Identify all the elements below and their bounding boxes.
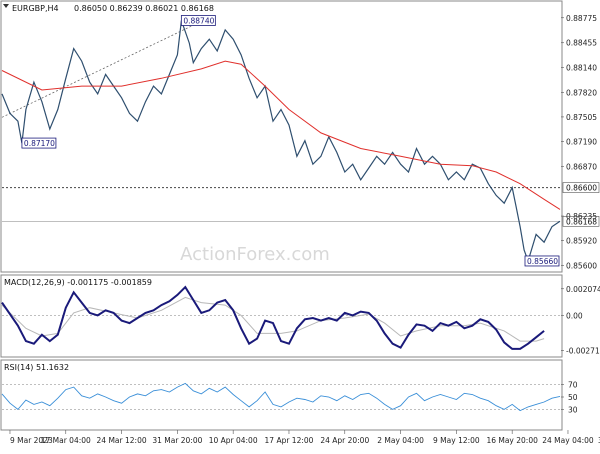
annotation-label: 0.85660 xyxy=(527,257,558,266)
y-tick-label: 0.86870 xyxy=(566,162,597,171)
x-tick-label: 16 May 20:00 xyxy=(486,436,538,445)
annotation-label: 0.88740 xyxy=(183,16,214,25)
x-tick-label: 24 Mar 12:00 xyxy=(97,436,147,445)
chart-root: ActionForex.com 0.88740 0.87170 0.85660 0.… xyxy=(0,0,600,450)
y-tick-label: 0.85600 xyxy=(566,262,597,271)
x-tick-label: 2 May 04:00 xyxy=(377,436,424,445)
macd-title: MACD(12,26,9) -0.001175 -0.001859 xyxy=(4,278,152,287)
y-tick-label: 0.87190 xyxy=(566,138,597,147)
x-tick-label: 24 May 04:00 xyxy=(542,436,594,445)
rsi-y-tick-label: 50 xyxy=(568,393,578,402)
x-tick-label: 31 Mar 20:00 xyxy=(152,436,202,445)
y-tick-label: 0.88775 xyxy=(566,14,597,23)
price-header: EURGBP,H4 0.86050 0.86239 0.86021 0.8616… xyxy=(3,4,214,13)
y-tick-label: 0.86235 xyxy=(566,212,597,221)
y-tick-label: 0.87505 xyxy=(566,113,597,122)
x-tick-label: 24 Apr 20:00 xyxy=(320,436,369,445)
y-tick-label: 0.88455 xyxy=(566,39,597,48)
price-panel-frame xyxy=(0,0,563,273)
rsi-y-tick-label: 70 xyxy=(568,381,578,390)
rsi-title: RSI(14) 51.1632 xyxy=(4,363,69,372)
annotation-label: 0.87170 xyxy=(24,139,55,148)
x-tick-label: 10 Apr 04:00 xyxy=(209,436,258,445)
y-tick-label: 0.85920 xyxy=(566,237,597,246)
x-tick-label: 17 Mar 04:00 xyxy=(41,436,91,445)
x-tick-label: 17 Apr 12:00 xyxy=(265,436,314,445)
macd-y-tick-label: 0.002074 xyxy=(566,285,600,294)
level-label: 0.86600 xyxy=(566,184,597,193)
y-tick-label: 0.88140 xyxy=(566,63,597,72)
rsi-y-tick-label: 30 xyxy=(568,405,578,414)
y-tick-label: 0.87820 xyxy=(566,88,597,97)
rsi-panel-frame xyxy=(0,359,563,431)
macd-y-tick-label: 0.00 xyxy=(566,311,583,320)
price-symbol: EURGBP,H4 xyxy=(12,4,59,13)
macd-y-tick-label: -0.002716 xyxy=(566,346,600,355)
chart-svg: ActionForex.com 0.88740 0.87170 0.85660 0.… xyxy=(0,0,600,445)
price-ohlc: 0.86050 0.86239 0.86021 0.86168 xyxy=(74,4,214,13)
x-tick-label: 9 May 12:00 xyxy=(433,436,480,445)
macd-panel-frame xyxy=(0,274,563,358)
watermark: ActionForex.com xyxy=(180,244,330,265)
